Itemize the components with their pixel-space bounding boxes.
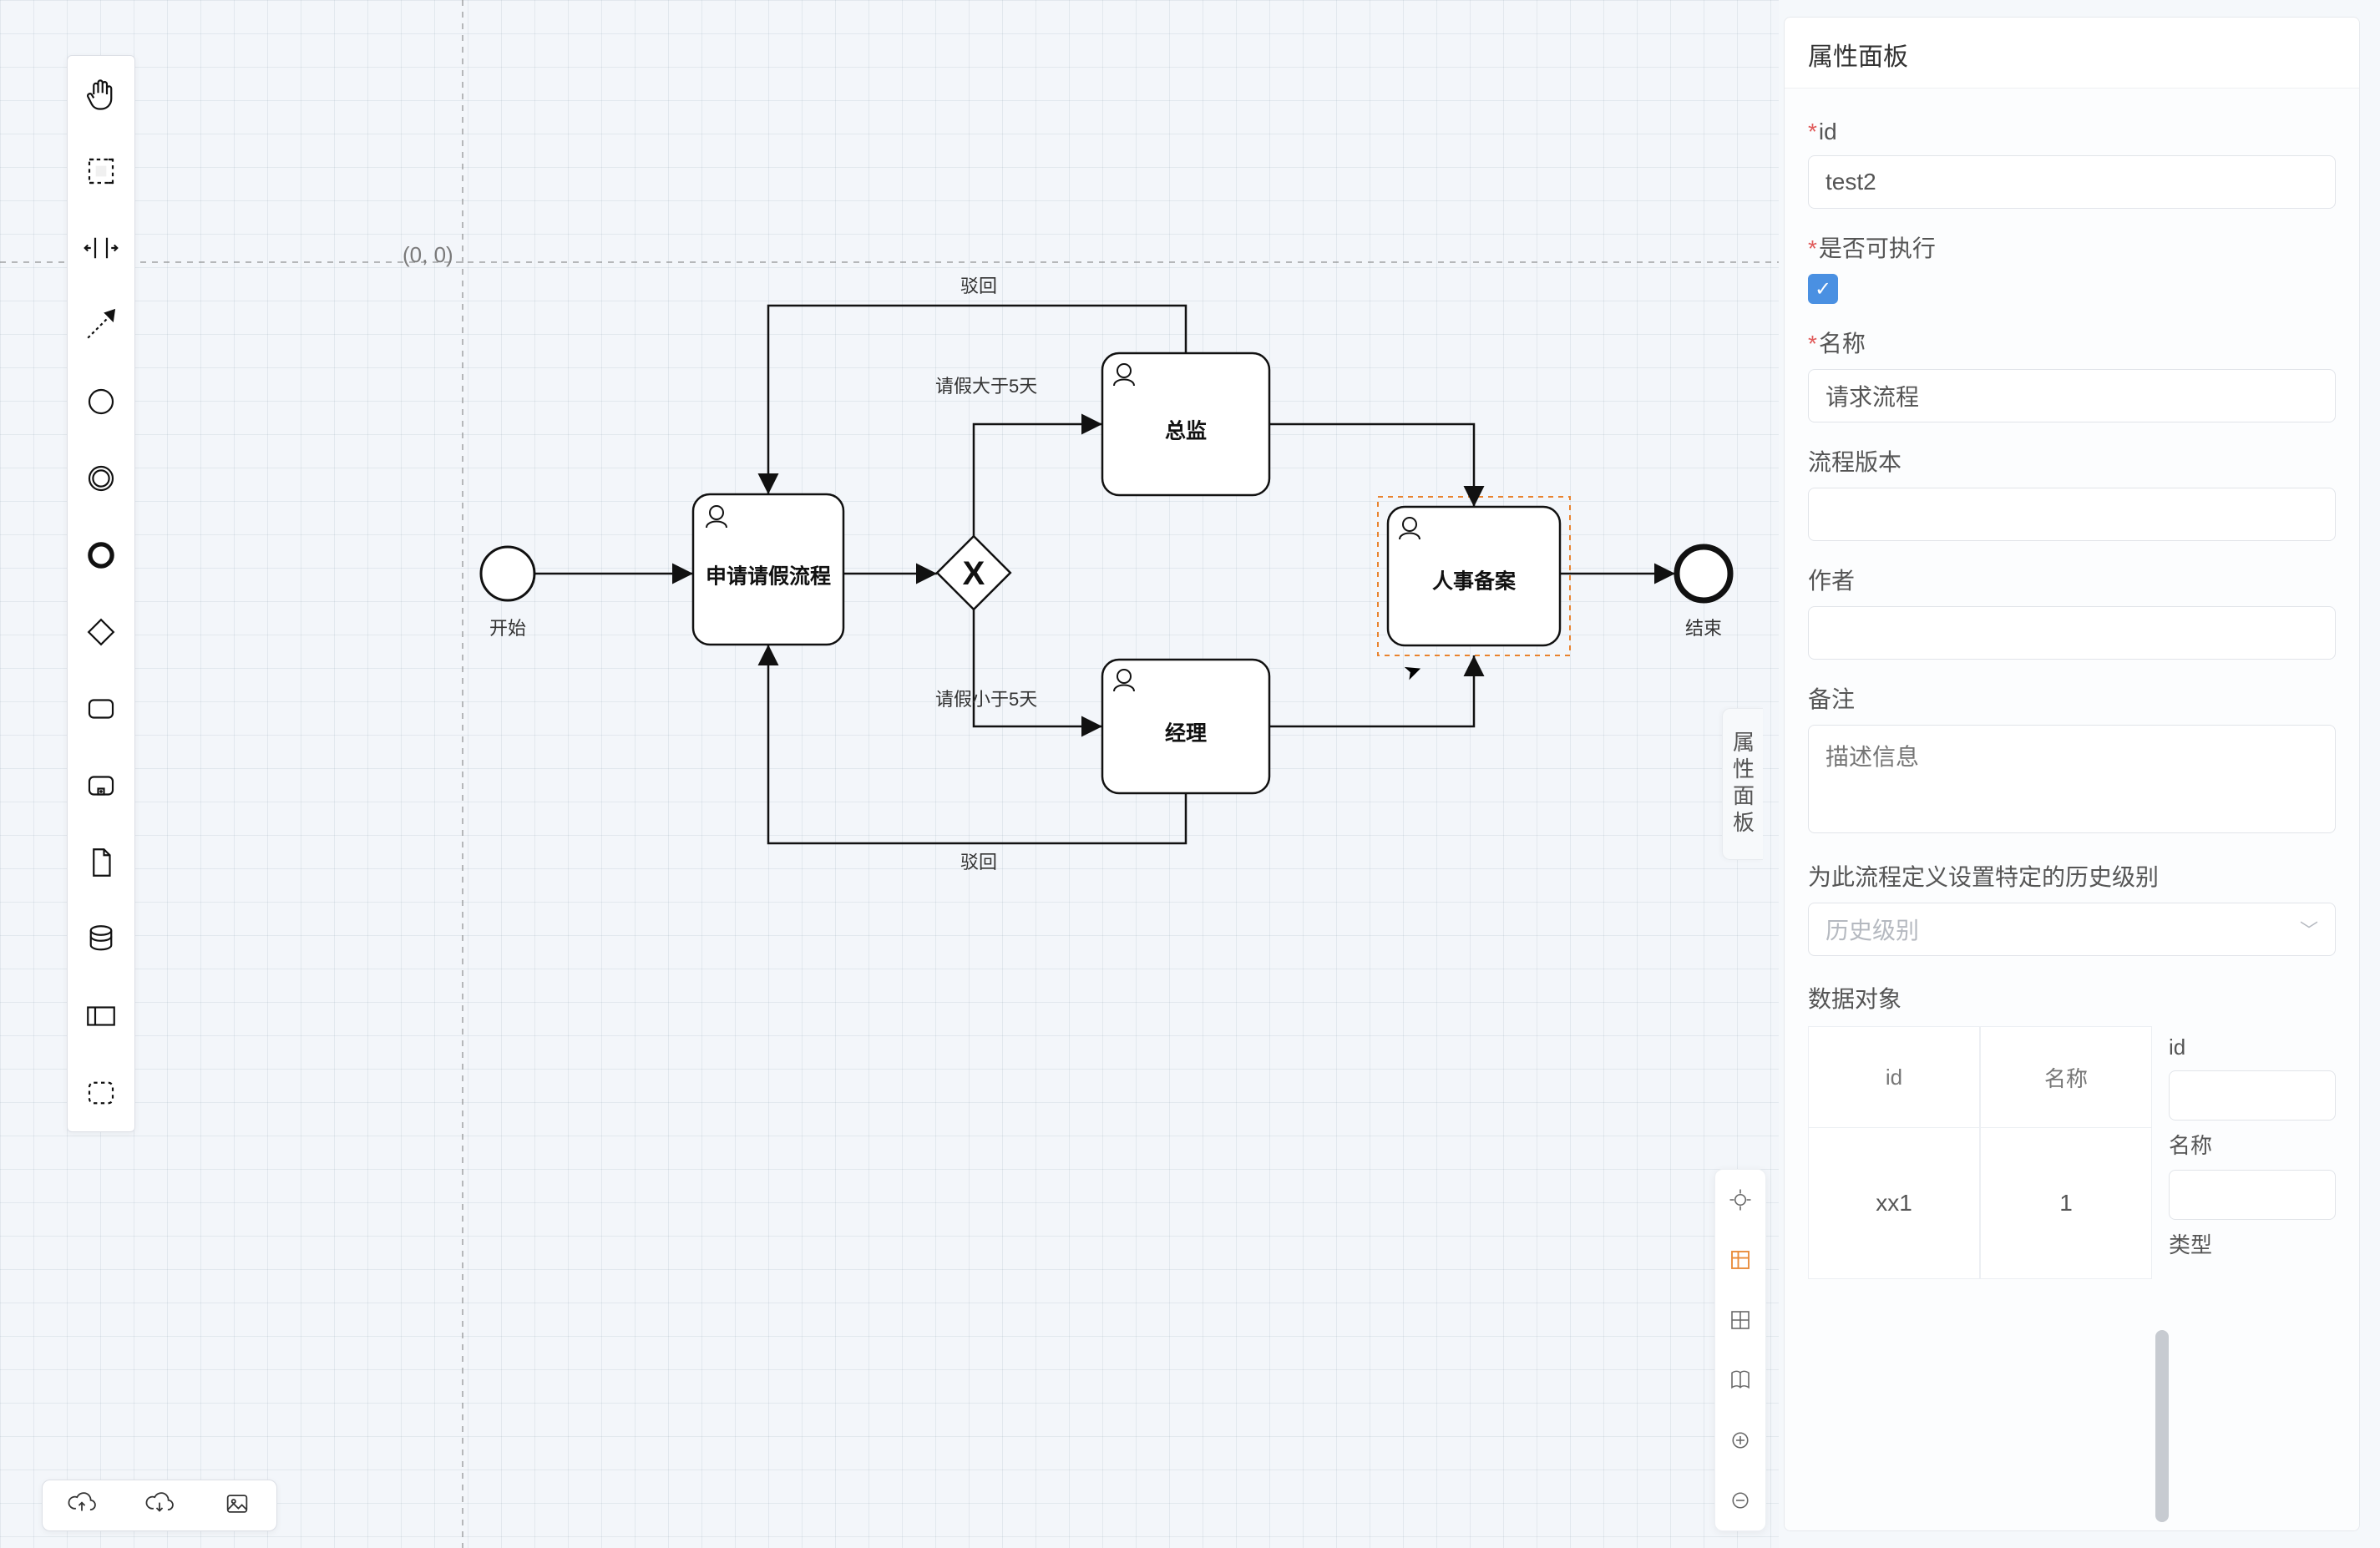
cloud-upload-button[interactable]	[68, 1490, 96, 1522]
side-name-label: 名称	[2169, 1129, 2336, 1160]
edge-lt5-label: 请假小于5天	[935, 689, 1037, 710]
data-table-col-name: 名称 1	[1980, 1026, 2152, 1279]
field-history-placeholder: 历史级别	[1826, 913, 1919, 946]
start-event-tool[interactable]	[68, 363, 134, 440]
tool-palette	[67, 55, 135, 1132]
mouse-cursor: ➤	[1400, 655, 1425, 686]
field-author-label: 作者	[1808, 563, 2336, 596]
edge-gateway-director[interactable]	[974, 424, 1102, 536]
panel-title: 属性面板	[1785, 18, 2359, 89]
end-event-tool[interactable]	[68, 517, 134, 594]
edge-manager-hr[interactable]	[1269, 655, 1474, 726]
cloud-download-button[interactable]	[145, 1490, 174, 1522]
panel-toggle-tab[interactable]: 属性面板	[1722, 708, 1763, 860]
field-history-label: 为此流程定义设置特定的历史级别	[1808, 859, 2336, 893]
chevron-down-icon: ﹀	[2300, 916, 2318, 943]
origin-horizontal-guide	[0, 261, 1779, 263]
field-history-select[interactable]: 历史级别 ﹀	[1808, 903, 2336, 956]
gateway-tool[interactable]	[68, 594, 134, 670]
fit-view-button[interactable]	[1715, 1230, 1765, 1290]
bpmn-diagram: 开始 申请请假流程 X 总监 经理 人事备案	[0, 0, 1779, 1548]
lasso-tool[interactable]	[68, 133, 134, 210]
data-store-tool[interactable]	[68, 901, 134, 978]
subprocess-tool[interactable]	[68, 747, 134, 824]
field-version-label: 流程版本	[1808, 444, 2336, 478]
data-table-head-name: 名称	[1981, 1027, 2151, 1128]
data-table-col-id: id xx1	[1808, 1026, 1980, 1279]
data-table-scrollbar[interactable]	[2155, 1330, 2169, 1522]
side-type-label: 类型	[2169, 1228, 2336, 1259]
exclusive-gateway-node[interactable]: X	[937, 536, 1010, 610]
start-event-node[interactable]	[481, 547, 534, 600]
intermediate-event-tool[interactable]	[68, 440, 134, 517]
pool-tool[interactable]	[68, 978, 134, 1055]
origin-coordinates-label: (0, 0)	[403, 242, 453, 268]
edge-director-hr[interactable]	[1269, 424, 1474, 507]
side-name-input[interactable]	[2169, 1170, 2336, 1220]
field-remark-input[interactable]	[1808, 725, 2336, 833]
space-tool[interactable]	[68, 210, 134, 286]
origin-vertical-guide	[462, 0, 463, 1548]
data-table-cell-name[interactable]: 1	[1981, 1128, 2151, 1278]
field-author-input[interactable]	[1808, 606, 2336, 660]
toggle-grid-button[interactable]	[1715, 1290, 1765, 1350]
zoom-in-button[interactable]	[1715, 1410, 1765, 1470]
field-remark-label: 备注	[1808, 681, 2336, 715]
task-tool[interactable]	[68, 670, 134, 747]
start-event-label: 开始	[489, 618, 526, 639]
data-object-tool[interactable]	[68, 824, 134, 901]
field-executable-label: 是否可执行	[1808, 230, 2336, 264]
data-table-head-id: id	[1809, 1027, 1979, 1128]
field-name-input[interactable]	[1808, 369, 2336, 422]
file-actions-bar	[42, 1480, 277, 1531]
recenter-button[interactable]	[1715, 1170, 1765, 1230]
field-name-label: 名称	[1808, 326, 2336, 359]
edge-top-reject-label: 驳回	[960, 276, 997, 296]
docs-button[interactable]	[1715, 1350, 1765, 1410]
side-id-label: id	[2169, 1035, 2336, 1060]
manager-task-label: 经理	[1165, 721, 1207, 746]
gateway-marker: X	[963, 555, 985, 592]
hr-task-label: 人事备案	[1432, 569, 1517, 594]
properties-panel: 属性面板 id 是否可执行 ✓ 名称 流程版本 作者 备注 为此流程定义设置特定…	[1784, 17, 2360, 1531]
diagram-canvas[interactable]: (0, 0) 开始 申请请假流程 X 总监	[0, 0, 1779, 1548]
image-export-button[interactable]	[223, 1490, 251, 1522]
director-task-label: 总监	[1165, 420, 1207, 443]
connect-tool[interactable]	[68, 286, 134, 363]
apply-task-label: 申请请假流程	[706, 565, 831, 589]
zoom-out-button[interactable]	[1715, 1470, 1765, 1530]
edge-bottom-reject-label: 驳回	[960, 852, 997, 873]
data-objects-section-title: 数据对象	[1808, 981, 2336, 1014]
side-id-input[interactable]	[2169, 1070, 2336, 1121]
group-tool[interactable]	[68, 1055, 134, 1131]
field-executable-checkbox[interactable]: ✓	[1808, 274, 1838, 304]
field-id-label: id	[1808, 119, 2336, 145]
edge-gt5-label: 请假大于5天	[935, 376, 1037, 397]
field-id-input[interactable]	[1808, 155, 2336, 209]
data-object-side-form: id 名称 类型	[2152, 1026, 2336, 1279]
view-tools	[1714, 1169, 1766, 1531]
end-event-node[interactable]	[1677, 547, 1730, 600]
panel-body: id 是否可执行 ✓ 名称 流程版本 作者 备注 为此流程定义设置特定的历史级别…	[1785, 89, 2359, 1530]
hand-tool[interactable]	[68, 56, 134, 133]
field-version-input[interactable]	[1808, 488, 2336, 541]
end-event-label: 结束	[1685, 618, 1722, 639]
data-table-cell-id[interactable]: xx1	[1809, 1128, 1979, 1278]
